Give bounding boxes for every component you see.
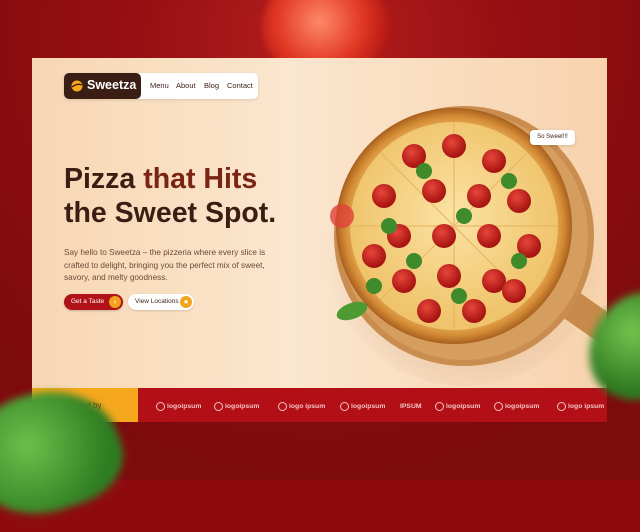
broccoli-floret (366, 278, 382, 294)
brand-logo[interactable]: Sweetza (64, 73, 141, 99)
pepperoni-slice (462, 299, 486, 323)
partner-logo-8: logo ipsum (557, 400, 604, 412)
broccoli-floret (416, 163, 432, 179)
get-a-taste-button[interactable]: Get a Taste › (64, 294, 123, 310)
nav-blog[interactable]: Blog (204, 81, 219, 90)
view-locations-label: View Locations (135, 298, 179, 305)
logo-mark-icon (214, 401, 223, 411)
partner-logo-7: logoipsum (494, 400, 539, 412)
partner-logo-4: logoipsum (340, 400, 385, 412)
pepperoni-slice (422, 179, 446, 203)
broccoli-floret (381, 218, 397, 234)
logo-mark-icon (494, 401, 503, 411)
trusted-by-strip: Trusted by logoipsum logoipsum logo ipsu… (32, 388, 607, 422)
logo-mark-icon (278, 401, 287, 411)
location-icon: ● (180, 296, 192, 308)
broccoli-floret (456, 208, 472, 224)
logo-mark-icon (557, 401, 566, 411)
pizza-logo-icon (71, 80, 83, 92)
hero-title-line2: the Sweet Spot. (64, 197, 277, 229)
pepperoni-slice (417, 299, 441, 323)
pepperoni-slice (502, 279, 526, 303)
hero-title-accent: that Hits (143, 163, 258, 195)
brand-name: Sweetza (87, 78, 137, 92)
broccoli-floret (511, 253, 527, 269)
logo-mark-icon (340, 401, 349, 411)
broccoli-floret (501, 173, 517, 189)
partner-logo-5: IPSUM (400, 402, 422, 410)
broccoli-floret (451, 288, 467, 304)
view-locations-button[interactable]: View Locations ● (128, 294, 194, 310)
pepperoni-slice (372, 184, 396, 208)
landing-card: Sweetza Menu About Blog Contact Pizza th… (32, 58, 607, 422)
partner-logo-3: logo ipsum (278, 400, 325, 412)
nav-menu[interactable]: Menu (150, 81, 169, 90)
hero-title: Pizza that Hits the Sweet Spot. (64, 162, 276, 230)
hero-description: Say hello to Sweetza – the pizzeria wher… (64, 248, 266, 283)
nav-contact[interactable]: Contact (227, 81, 253, 90)
pepperoni-slice (442, 134, 466, 158)
pepperoni-slice (432, 224, 456, 248)
so-sweet-badge: So Sweet!!! (530, 130, 575, 145)
pepperoni-slice (467, 184, 491, 208)
broccoli-floret (406, 253, 422, 269)
arrow-icon: › (109, 296, 121, 308)
pepperoni-slice (477, 224, 501, 248)
partner-logo-6: logoipsum (435, 400, 480, 412)
partner-logo-2: logoipsum (214, 400, 259, 412)
get-a-taste-label: Get a Taste (71, 298, 105, 305)
nav-about[interactable]: About (176, 81, 196, 90)
logo-mark-icon (156, 401, 165, 411)
logo-mark-icon (435, 401, 444, 411)
partner-logo-1: logoipsum (156, 400, 201, 412)
pepperoni-slice (362, 244, 386, 268)
navbar: Sweetza Menu About Blog Contact (64, 73, 258, 99)
pepperoni-slice (392, 269, 416, 293)
pepperoni-slice (482, 149, 506, 173)
pepperoni-slice (507, 189, 531, 213)
hero-title-part1: Pizza (64, 163, 136, 195)
pepperoni-slice (437, 264, 461, 288)
